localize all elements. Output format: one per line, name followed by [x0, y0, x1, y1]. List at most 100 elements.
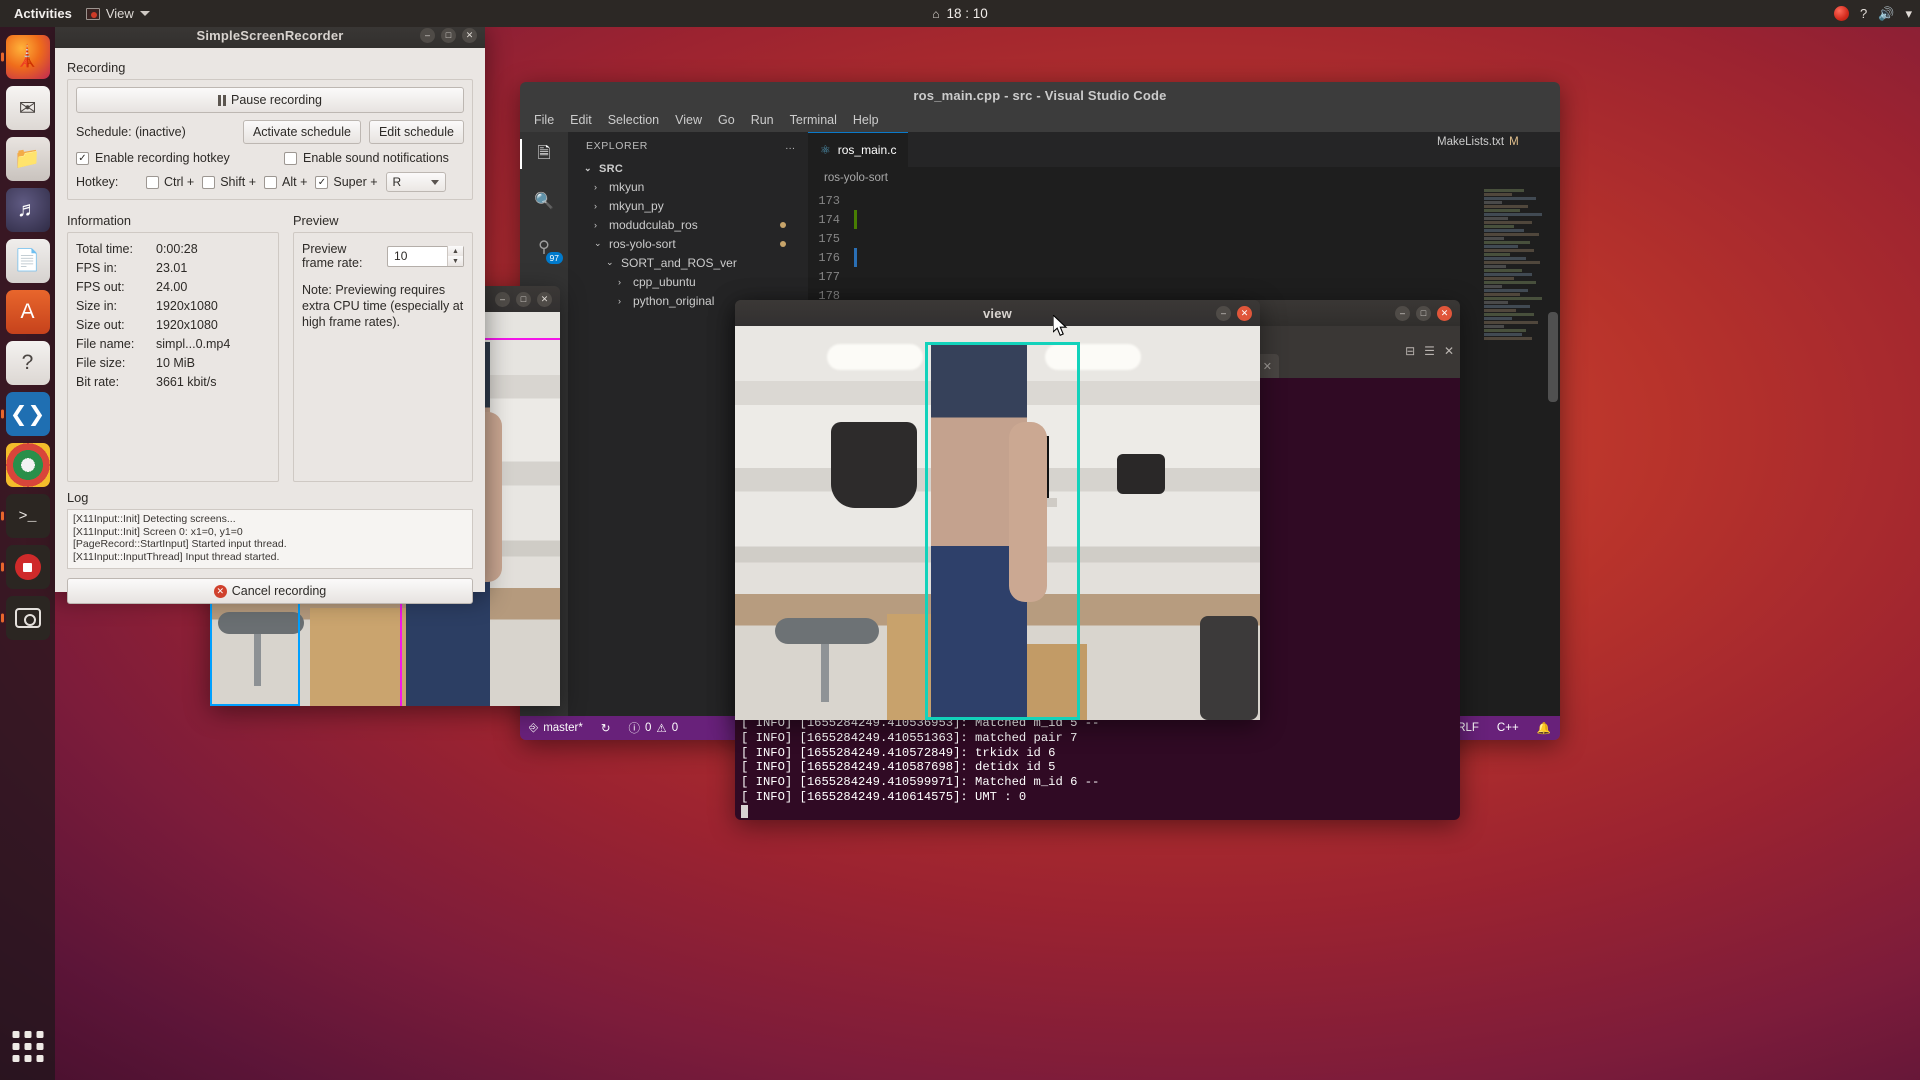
info-key: File size:	[76, 356, 156, 370]
dock-item-ubuntu-software[interactable]: A	[6, 290, 50, 334]
dock-item-files[interactable]: 📁	[6, 137, 50, 181]
info-value: simpl...0.mp4	[156, 337, 270, 351]
recording-indicator-icon[interactable]	[1834, 6, 1849, 21]
close-button[interactable]: ✕	[1437, 306, 1452, 321]
vscode-menu-terminal[interactable]: Terminal	[790, 113, 837, 127]
help-icon[interactable]: ?	[1860, 7, 1867, 20]
close-button[interactable]: ✕	[1237, 306, 1252, 321]
dock-item-help[interactable]: ?	[6, 341, 50, 385]
minimize-button[interactable]: –	[495, 292, 510, 307]
info-key: Total time:	[76, 242, 156, 256]
tree-item-sort-and-ros-ver[interactable]: ⌄ SORT_and_ROS_ver	[568, 253, 808, 272]
dock-item-vscode[interactable]: ❮❯	[6, 392, 50, 436]
chevron-right-icon: ›	[594, 220, 604, 230]
tree-item-src[interactable]: ⌄ SRC	[568, 160, 808, 177]
tree-item-mkyun-py[interactable]: › mkyun_py	[568, 196, 808, 215]
minimize-button[interactable]: –	[1395, 306, 1410, 321]
new-tab-icon[interactable]: ⊟	[1405, 344, 1415, 358]
minimize-button[interactable]: –	[420, 28, 435, 43]
editor-tab-makelists[interactable]: MakeLists.txt M	[1437, 133, 1547, 151]
preview-framerate-spinner[interactable]: 10 ▲ ▼	[387, 246, 464, 267]
explorer-icon[interactable]: 🗎	[531, 142, 557, 168]
menu-icon[interactable]: ☰	[1424, 344, 1435, 358]
pause-button-label: Pause recording	[231, 93, 322, 107]
view-menu[interactable]: View	[86, 6, 150, 21]
checkbox-label: Ctrl +	[164, 175, 194, 189]
log-output[interactable]: [X11Input::Init] Detecting screens... [X…	[67, 509, 473, 569]
power-icon[interactable]: ▾	[1905, 7, 1912, 20]
dock-item-chromium[interactable]	[6, 443, 50, 487]
dock-item-terminal[interactable]: >_	[6, 494, 50, 538]
status-branch[interactable]: ⎆ master*	[520, 716, 592, 740]
show-applications-button[interactable]	[12, 1031, 43, 1062]
hotkey-super-checkbox[interactable]: ✓ Super +	[315, 175, 377, 189]
terminal-tab-tools: ⊟ ☰ ✕	[1405, 344, 1454, 358]
dock-item-firefox[interactable]: 🗼	[6, 35, 50, 79]
status-problems[interactable]: ⓘ 0 ⚠ 0	[619, 716, 687, 740]
cancel-recording-button[interactable]: ✕ Cancel recording	[67, 578, 473, 604]
enable-sound-notifications-checkbox[interactable]: Enable sound notifications	[284, 151, 449, 165]
info-key: Bit rate:	[76, 375, 156, 389]
scrollbar-thumb[interactable]	[1548, 312, 1558, 402]
hotkey-key-select[interactable]: R	[386, 172, 446, 192]
status-language[interactable]: C++	[1488, 716, 1528, 740]
vscode-menu-run[interactable]: Run	[751, 113, 774, 127]
vscode-menu-selection[interactable]: Selection	[608, 113, 659, 127]
activities-button[interactable]: Activities	[0, 6, 86, 21]
view-window[interactable]: view – ✕	[735, 300, 1260, 720]
spinner-down-icon[interactable]: ▼	[448, 256, 463, 266]
explorer-header: EXPLORER …	[568, 132, 808, 160]
git-modified-marker	[854, 248, 857, 267]
source-control-icon[interactable]: ⚲ 97	[531, 234, 557, 260]
close-button[interactable]: ✕	[462, 28, 477, 43]
volume-icon[interactable]: 🔊	[1878, 7, 1894, 20]
info-key: FPS in:	[76, 261, 156, 275]
vscode-menu-help[interactable]: Help	[853, 113, 879, 127]
pause-recording-button[interactable]: Pause recording	[76, 87, 464, 113]
preview-framerate-label: Preview frame rate:	[302, 242, 379, 270]
checkbox-label: Enable sound notifications	[303, 151, 449, 165]
maximize-button[interactable]: □	[441, 28, 456, 43]
bell-icon[interactable]: 🔔	[1528, 716, 1560, 740]
editor-minimap[interactable]	[1484, 189, 1546, 659]
explorer-more-icon[interactable]: …	[785, 140, 796, 152]
vscode-menu-go[interactable]: Go	[718, 113, 735, 127]
tree-item-modudculab-ros[interactable]: › modudculab_ros	[568, 215, 808, 234]
view-titlebar[interactable]: view – ✕	[735, 300, 1260, 326]
editor-tab-ros-main[interactable]: ⚛ ros_main.c	[808, 132, 908, 167]
hotkey-alt-checkbox[interactable]: Alt +	[264, 175, 307, 189]
maximize-button[interactable]: □	[1416, 306, 1431, 321]
vscode-titlebar[interactable]: ros_main.cpp - src - Visual Studio Code	[520, 82, 1560, 108]
clock[interactable]: ⌂ 18 : 10	[932, 6, 988, 21]
hotkey-shift-checkbox[interactable]: Shift +	[202, 175, 256, 189]
dock-item-thunderbird[interactable]: ✉	[6, 86, 50, 130]
dock-item-screenshot[interactable]	[6, 596, 50, 640]
terminal-output-bottom[interactable]: [ INFO] [1655284249.410536953]: Matched …	[735, 712, 1460, 820]
activate-schedule-button[interactable]: Activate schedule	[243, 120, 361, 144]
vscode-menu-edit[interactable]: Edit	[570, 113, 592, 127]
dock-item-simplescreenrecorder[interactable]	[6, 545, 50, 589]
edit-schedule-button[interactable]: Edit schedule	[369, 120, 464, 144]
tree-item-mkyun[interactable]: › mkyun	[568, 177, 808, 196]
simplescreenrecorder-window[interactable]: SimpleScreenRecorder – □ ✕ Recording Pau…	[55, 22, 485, 592]
vscode-menu-view[interactable]: View	[675, 113, 702, 127]
chair-stem	[821, 644, 829, 702]
vscode-menubar: File Edit Selection View Go Run Terminal…	[520, 108, 1560, 132]
close-icon[interactable]: ✕	[1444, 344, 1454, 358]
close-icon[interactable]: ✕	[1263, 360, 1272, 373]
maximize-button[interactable]: □	[516, 292, 531, 307]
dock-item-libreoffice-writer[interactable]: 📄	[6, 239, 50, 283]
close-button[interactable]: ✕	[537, 292, 552, 307]
vscode-menu-file[interactable]: File	[534, 113, 554, 127]
tree-item-ros-yolo-sort[interactable]: ⌄ ros-yolo-sort	[568, 234, 808, 253]
spinner-up-icon[interactable]: ▲	[448, 246, 463, 256]
search-icon[interactable]: 🔍	[531, 188, 557, 214]
enable-recording-hotkey-checkbox[interactable]: ✓ Enable recording hotkey	[76, 151, 276, 165]
dock-item-rhythmbox[interactable]: ♬	[6, 188, 50, 232]
editor-scrollbar[interactable]	[1548, 192, 1558, 622]
terminal-cursor	[741, 805, 1454, 821]
status-sync[interactable]: ↻	[592, 716, 620, 740]
hotkey-ctrl-checkbox[interactable]: Ctrl +	[146, 175, 194, 189]
minimize-button[interactable]: –	[1216, 306, 1231, 321]
tree-item-cpp-ubuntu[interactable]: › cpp_ubuntu	[568, 272, 808, 291]
